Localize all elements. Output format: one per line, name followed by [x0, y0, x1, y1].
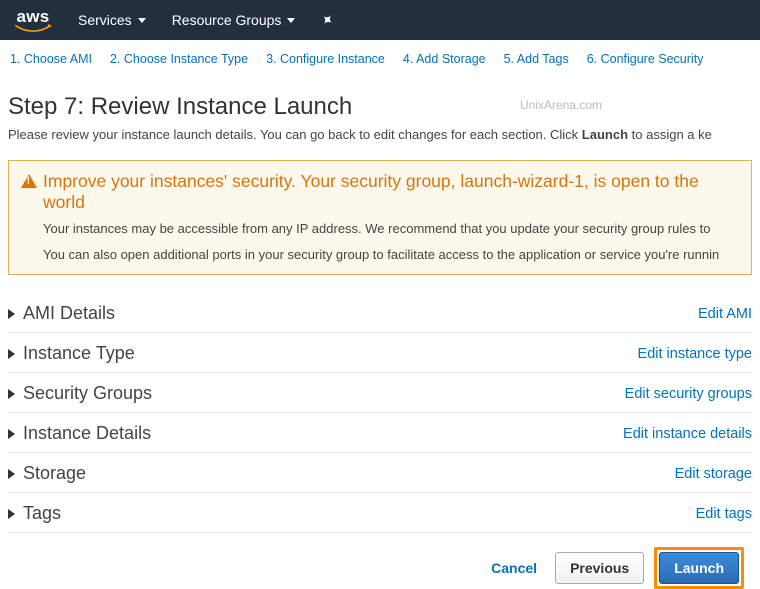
wizard-steps: 1. Choose AMI 2. Choose Instance Type 3.…: [0, 40, 760, 79]
step-configure-instance[interactable]: 3. Configure Instance: [266, 52, 385, 72]
cancel-button[interactable]: Cancel: [483, 554, 545, 582]
section-toggle[interactable]: Security Groups: [8, 383, 152, 404]
pin-icon[interactable]: ✦: [317, 9, 338, 31]
nav-resource-groups[interactable]: Resource Groups: [172, 12, 296, 28]
section-toggle[interactable]: Tags: [8, 503, 61, 524]
edit-security-groups-link[interactable]: Edit security groups: [625, 386, 752, 402]
section-title: Tags: [23, 503, 61, 524]
edit-instance-details-link[interactable]: Edit instance details: [623, 426, 752, 442]
previous-button[interactable]: Previous: [555, 552, 644, 584]
section-ami-details: AMI Details Edit AMI: [8, 293, 752, 333]
warning-icon: [21, 174, 37, 188]
launch-button[interactable]: Launch: [659, 552, 739, 584]
review-sections: AMI Details Edit AMI Instance Type Edit …: [8, 293, 752, 533]
step-add-tags[interactable]: 5. Add Tags: [504, 52, 569, 72]
caret-right-icon: [8, 429, 15, 439]
aws-logo-text: aws: [16, 8, 49, 25]
caret-right-icon: [8, 389, 15, 399]
edit-tags-link[interactable]: Edit tags: [696, 506, 752, 522]
nav-services-label: Services: [78, 12, 132, 28]
edit-instance-type-link[interactable]: Edit instance type: [638, 346, 752, 362]
caret-right-icon: [8, 469, 15, 479]
aws-smile-icon: [14, 24, 52, 33]
step-choose-instance-type[interactable]: 2. Choose Instance Type: [110, 52, 248, 72]
step-configure-security[interactable]: 6. Configure Security: [587, 52, 704, 72]
section-title: Storage: [23, 463, 86, 484]
section-title: AMI Details: [23, 303, 115, 324]
section-title: Instance Details: [23, 423, 151, 444]
section-toggle[interactable]: Instance Details: [8, 423, 151, 444]
page-title: Step 7: Review Instance Launch: [8, 93, 752, 121]
warning-line1: Your instances may be accessible from an…: [21, 219, 739, 239]
section-tags: Tags Edit tags: [8, 493, 752, 533]
warning-title-row: Improve your instances' security. Your s…: [21, 171, 739, 213]
warning-title: Improve your instances' security. Your s…: [43, 171, 739, 213]
subtitle-bold: Launch: [582, 127, 628, 142]
watermark: UnixArena.com: [520, 98, 602, 112]
launch-highlight: Launch: [654, 547, 744, 589]
page-body: UnixArena.com Step 7: Review Instance La…: [0, 79, 760, 589]
section-storage: Storage Edit storage: [8, 453, 752, 493]
caret-right-icon: [8, 309, 15, 319]
section-title: Instance Type: [23, 343, 135, 364]
step-add-storage[interactable]: 4. Add Storage: [403, 52, 486, 72]
section-toggle[interactable]: AMI Details: [8, 303, 115, 324]
footer-actions: Cancel Previous Launch: [8, 533, 752, 589]
caret-right-icon: [8, 349, 15, 359]
nav-resource-groups-label: Resource Groups: [172, 12, 282, 28]
security-warning: Improve your instances' security. Your s…: [8, 160, 752, 275]
top-nav: aws Services Resource Groups ✦: [0, 0, 760, 40]
step-choose-ami[interactable]: 1. Choose AMI: [10, 52, 92, 72]
section-security-groups: Security Groups Edit security groups: [8, 373, 752, 413]
chevron-down-icon: [138, 18, 146, 23]
caret-right-icon: [8, 509, 15, 519]
nav-services[interactable]: Services: [78, 12, 146, 28]
section-instance-type: Instance Type Edit instance type: [8, 333, 752, 373]
subtitle-post: to assign a ke: [628, 127, 712, 142]
section-instance-details: Instance Details Edit instance details: [8, 413, 752, 453]
page-subtitle: Please review your instance launch detai…: [8, 127, 752, 142]
warning-line2: You can also open additional ports in yo…: [21, 245, 739, 265]
edit-storage-link[interactable]: Edit storage: [675, 466, 752, 482]
chevron-down-icon: [287, 18, 295, 23]
section-toggle[interactable]: Instance Type: [8, 343, 135, 364]
subtitle-pre: Please review your instance launch detai…: [8, 127, 582, 142]
edit-ami-link[interactable]: Edit AMI: [698, 306, 752, 322]
section-title: Security Groups: [23, 383, 152, 404]
section-toggle[interactable]: Storage: [8, 463, 86, 484]
aws-logo[interactable]: aws: [14, 8, 52, 33]
